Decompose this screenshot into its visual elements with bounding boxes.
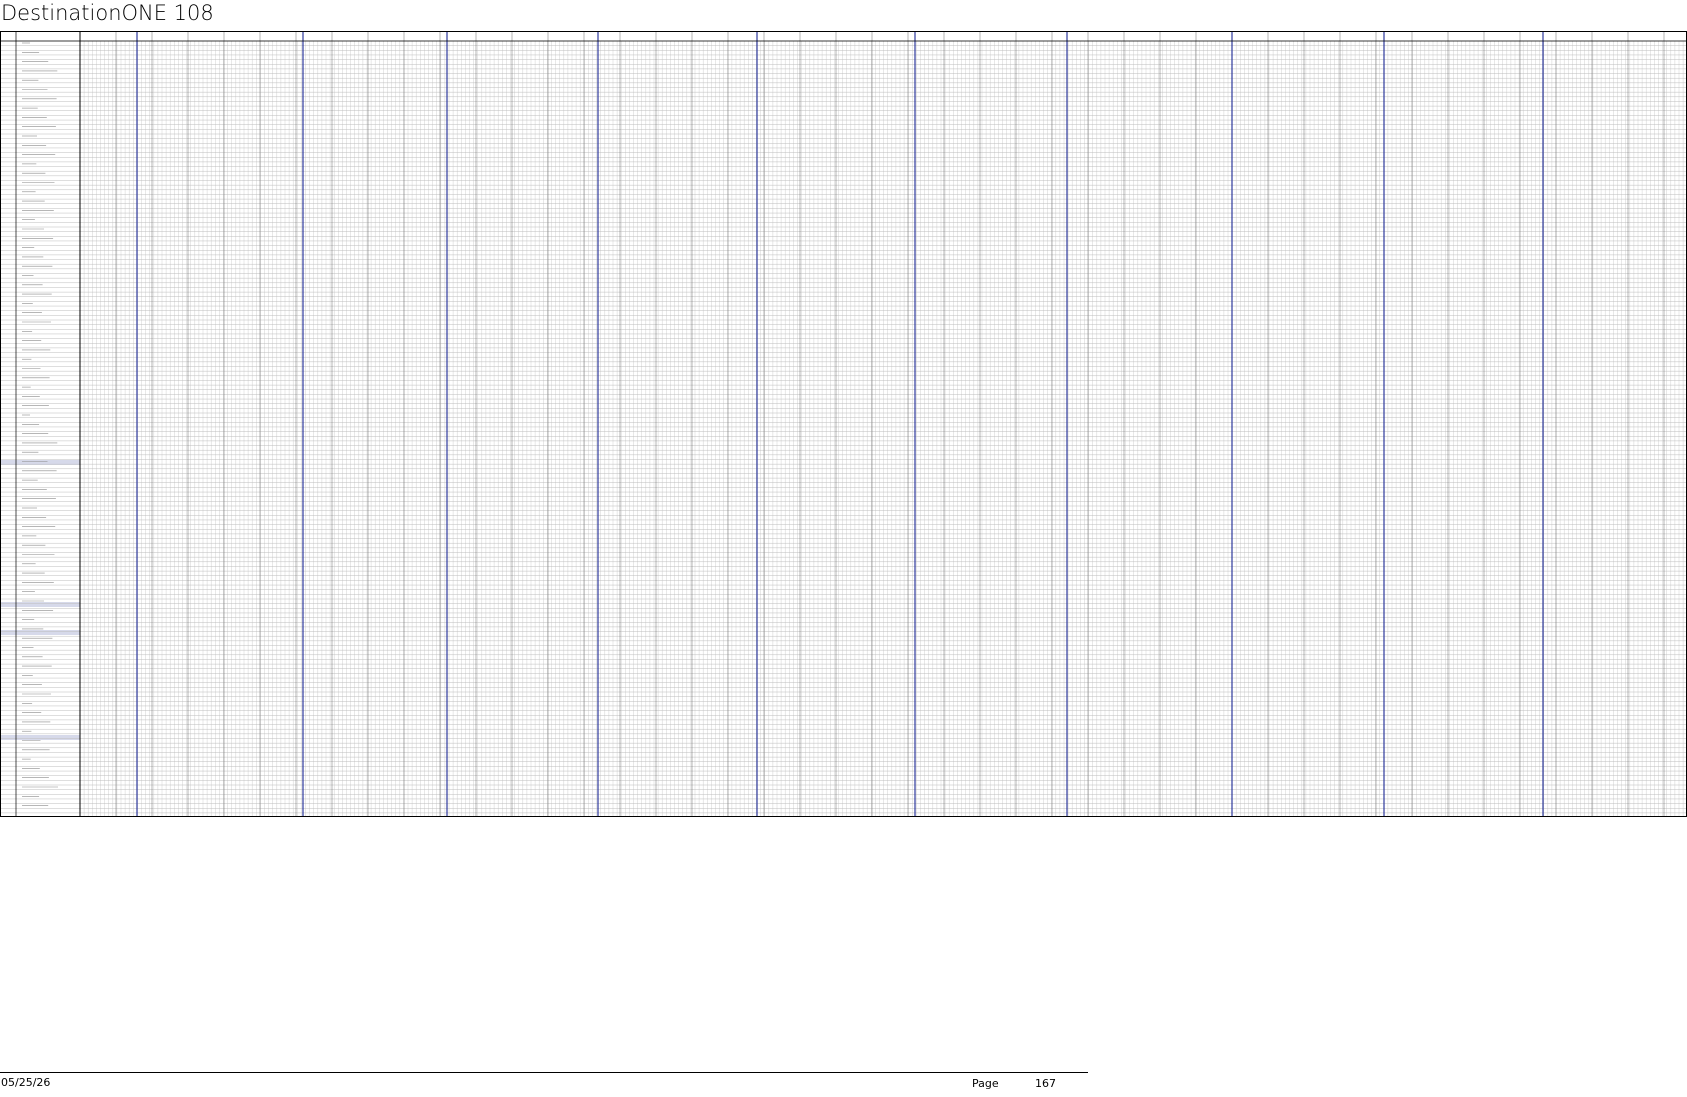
row-highlight	[0, 602, 80, 607]
grid-frame	[0, 31, 1687, 817]
footer-date: 05/25/26	[1, 1076, 51, 1089]
footer-page-number: 167	[1035, 1077, 1056, 1090]
schedule-grid	[0, 31, 1687, 817]
schedule-grid-svg	[0, 31, 1687, 817]
row-highlight	[0, 630, 80, 635]
row-highlight	[0, 735, 80, 740]
footer-divider	[0, 1072, 1088, 1073]
page-title: DestinationONE 108	[1, 1, 214, 25]
footer-page-label: Page	[972, 1077, 999, 1090]
